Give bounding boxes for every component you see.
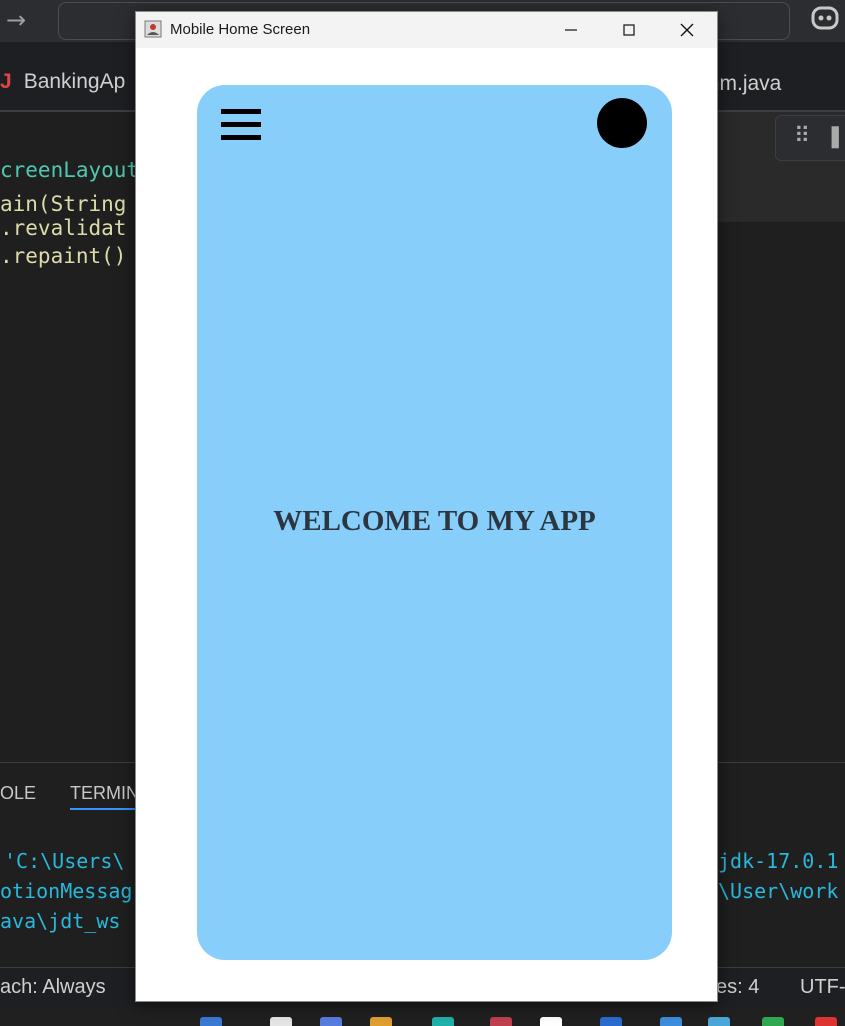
welcome-heading: WELCOME TO MY APP xyxy=(273,505,596,537)
window-title-bar[interactable]: Mobile Home Screen xyxy=(136,12,717,48)
forward-arrow-icon[interactable]: → xyxy=(6,6,26,34)
os-taskbar xyxy=(0,1007,845,1026)
java-app-icon xyxy=(144,20,162,38)
java-file-icon: J xyxy=(0,70,12,93)
terminal-line: ava\jdt_ws xyxy=(0,909,121,933)
close-button[interactable] xyxy=(662,12,712,48)
terminal-line: 'C:\Users\ xyxy=(4,849,125,873)
window-title: Mobile Home Screen xyxy=(170,21,311,38)
code-line: .revalidat xyxy=(0,216,127,240)
copilot-icon[interactable] xyxy=(810,4,842,34)
panel-tab-console[interactable]: OLE xyxy=(0,783,36,804)
status-encoding[interactable]: UTF- xyxy=(800,976,845,999)
taskbar-app-icon[interactable] xyxy=(432,1017,454,1026)
status-attach[interactable]: ach: Always xyxy=(0,976,106,999)
panel-tab-terminal[interactable]: TERMIN xyxy=(70,783,139,810)
maximize-button[interactable] xyxy=(604,12,654,48)
profile-avatar[interactable] xyxy=(597,98,647,148)
minimize-icon xyxy=(565,29,577,31)
taskbar-app-icon[interactable] xyxy=(708,1017,730,1026)
code-line: creenLayout xyxy=(0,158,140,182)
minimize-button[interactable] xyxy=(546,12,596,48)
taskbar-app-icon[interactable] xyxy=(540,1017,562,1026)
terminal-line: \User\work xyxy=(718,879,839,903)
debug-toolbar[interactable]: ⠿ ❚❚ xyxy=(775,115,845,161)
taskbar-app-icon[interactable] xyxy=(320,1017,342,1026)
taskbar-app-icon[interactable] xyxy=(200,1017,222,1026)
taskbar-app-icon[interactable] xyxy=(270,1017,292,1026)
maximize-icon xyxy=(623,24,635,36)
hamburger-menu-icon[interactable] xyxy=(221,109,261,143)
taskbar-app-icon[interactable] xyxy=(370,1017,392,1026)
code-line: .repaint() xyxy=(0,244,127,268)
taskbar-app-icon[interactable] xyxy=(490,1017,512,1026)
taskbar-app-icon[interactable] xyxy=(660,1017,682,1026)
app-window: Mobile Home Screen WELCOME TO MY APP xyxy=(135,11,718,1002)
taskbar-app-icon[interactable] xyxy=(762,1017,784,1026)
code-line: ain(String xyxy=(0,192,127,216)
taskbar-app-icon[interactable] xyxy=(600,1017,622,1026)
taskbar-app-icon[interactable] xyxy=(815,1017,837,1026)
drag-handle-icon[interactable]: ⠿ xyxy=(794,123,810,149)
close-icon xyxy=(680,23,694,37)
terminal-line: otionMessag xyxy=(0,879,133,903)
pause-icon[interactable]: ❚❚ xyxy=(826,123,845,149)
terminal-line: jdk-17.0.1 xyxy=(718,849,839,873)
editor-tab-banking[interactable]: J BankingAp xyxy=(0,70,125,94)
editor-tab-label: BankingAp xyxy=(23,70,126,93)
mobile-screen: WELCOME TO MY APP xyxy=(197,85,672,960)
